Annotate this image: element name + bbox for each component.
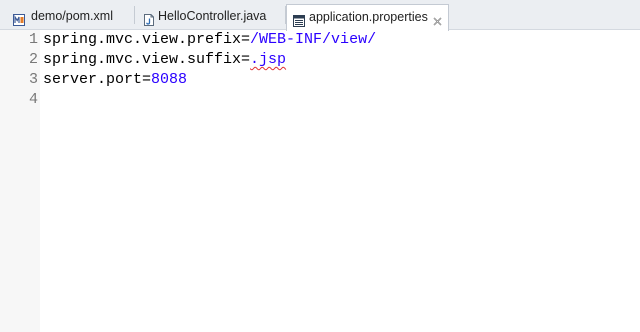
property-value: 8088: [151, 71, 188, 88]
tab-hello-controller[interactable]: HelloController.java: [135, 4, 285, 30]
property-value: /WEB-INF/view/: [250, 31, 377, 48]
maven-xml-icon: [13, 10, 25, 26]
java-file-icon: [143, 10, 155, 26]
line-number: 3: [28, 71, 38, 88]
tab-label: application.properties: [309, 10, 428, 24]
editor-tab-bar: demo/pom.xml HelloController.java applic…: [0, 0, 640, 31]
property-key: spring.mvc.view.prefix=: [43, 31, 251, 48]
code-line[interactable]: spring.mvc.view.suffix=.jsp: [43, 50, 286, 70]
properties-file-icon: [293, 11, 305, 27]
line-number: 1: [28, 31, 38, 48]
property-key: spring.mvc.view.suffix=: [43, 51, 251, 68]
code-line[interactable]: server.port=8088: [43, 70, 187, 90]
tab-label: demo/pom.xml: [31, 9, 113, 23]
tab-pom-xml[interactable]: demo/pom.xml: [0, 4, 134, 30]
editor-window: demo/pom.xml HelloController.java applic…: [0, 0, 640, 332]
property-key: server.port=: [43, 71, 152, 88]
code-line[interactable]: spring.mvc.view.prefix=/WEB-INF/view/: [43, 30, 376, 50]
line-number: 4: [28, 91, 38, 108]
close-icon[interactable]: [432, 11, 443, 26]
tab-application-properties[interactable]: application.properties: [286, 4, 449, 31]
line-number: 2: [28, 51, 38, 68]
tab-label: HelloController.java: [158, 9, 267, 23]
line-number-gutter: 1 2 3 4: [0, 30, 40, 332]
property-value: .jsp: [250, 51, 287, 68]
